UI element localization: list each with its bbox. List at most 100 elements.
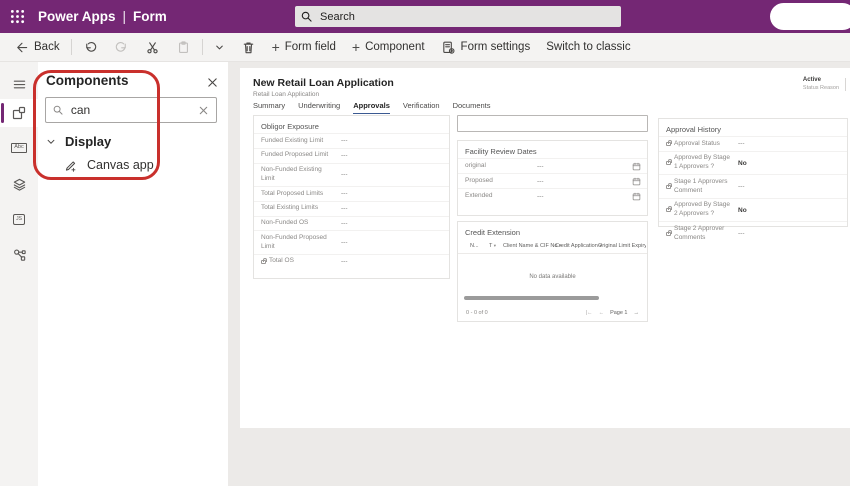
components-icon — [11, 105, 27, 121]
lock-icon — [666, 161, 671, 165]
calendar-icon[interactable] — [632, 162, 641, 171]
field-row[interactable]: Total Existing Limits--- — [254, 201, 449, 216]
rail-code-button[interactable]: JS — [0, 205, 38, 233]
field-row-locked[interactable]: Total OS--- — [254, 254, 449, 269]
approval-history-section: Approval History Approval Status--- Appr… — [658, 118, 848, 227]
field-row[interactable]: Funded Proposed Limit--- — [254, 148, 449, 163]
divider — [71, 39, 72, 55]
plus-icon: + — [352, 40, 360, 54]
status-value: Active — [803, 77, 839, 85]
component-search-input[interactable] — [69, 102, 198, 118]
display-group-header[interactable]: Display — [46, 134, 111, 149]
record-range: 0 - 0 of 0 — [466, 310, 488, 316]
redo-button[interactable] — [106, 33, 137, 61]
empty-text-field[interactable] — [457, 115, 648, 132]
form-settings-label: Form settings — [461, 41, 531, 53]
divider — [845, 78, 846, 91]
clear-icon — [198, 105, 209, 116]
calendar-icon[interactable] — [632, 192, 641, 201]
command-bar: Back + Form field + Component — [0, 33, 850, 62]
clipboard-icon — [176, 40, 191, 55]
waffle-menu-icon[interactable] — [0, 0, 34, 33]
tab-summary[interactable]: Summary — [253, 101, 285, 114]
field-row[interactable]: Total Proposed Limits--- — [254, 186, 449, 201]
rail-fields-button[interactable]: Abc — [0, 134, 38, 162]
collapse-menu-button[interactable] — [0, 70, 38, 98]
tab-documents[interactable]: Documents — [453, 101, 491, 114]
account-pill[interactable] — [770, 3, 850, 30]
form-page: New Retail Loan Application Retail Loan … — [240, 68, 850, 428]
global-search-box[interactable] — [295, 6, 621, 27]
search-icon — [53, 104, 63, 116]
redo-icon — [114, 40, 129, 55]
display-group-label: Display — [65, 134, 111, 149]
field-row[interactable]: Non-Funded Proposed Limit--- — [254, 230, 449, 254]
grid-header: N... T ▾ Client Name & CIF No ▾ Credit A… — [458, 241, 647, 254]
cut-button[interactable] — [137, 33, 168, 61]
components-panel: Components Display Canvas app — [38, 62, 228, 486]
field-row[interactable]: Non-Funded Existing Limit--- — [254, 163, 449, 187]
app-title: Power Apps — [38, 9, 116, 24]
lock-icon — [666, 185, 671, 189]
component-button[interactable]: + Component — [344, 33, 433, 61]
date-field-row[interactable]: original --- — [458, 158, 647, 173]
delete-button[interactable] — [233, 33, 264, 61]
date-field-row[interactable]: Extended --- — [458, 188, 647, 203]
calendar-icon[interactable] — [632, 177, 641, 186]
chevron-down-icon — [46, 137, 56, 147]
field-row-locked[interactable]: Approved By Stage 1 Approvers ?No — [659, 151, 847, 175]
column-header[interactable]: Client Name & CIF No ▾ — [503, 243, 561, 249]
tab-verification[interactable]: Verification — [403, 101, 440, 114]
column-header[interactable]: T ▾ — [489, 243, 496, 249]
trash-icon — [241, 40, 256, 55]
column-header[interactable]: Original Limit Expiry. — [598, 243, 646, 249]
paste-button[interactable] — [168, 33, 199, 61]
panel-close-button[interactable] — [207, 75, 218, 93]
tab-underwriting[interactable]: Underwriting — [298, 101, 340, 114]
field-row[interactable]: Funded Existing Limit--- — [254, 133, 449, 148]
status-reason-label: Status Reason — [803, 85, 839, 92]
previous-page-button[interactable]: ← — [599, 310, 605, 316]
lock-icon — [666, 142, 671, 146]
lock-icon — [666, 208, 671, 212]
clear-search-button[interactable] — [198, 105, 209, 116]
canvas-app-item[interactable]: Canvas app — [64, 158, 154, 172]
field-row-locked[interactable]: Stage 1 Approvers Comment--- — [659, 174, 847, 198]
canvas-app-label: Canvas app — [87, 158, 154, 172]
column-header[interactable]: N... — [470, 243, 479, 249]
rail-components-button[interactable] — [0, 99, 38, 127]
undo-button[interactable] — [75, 33, 106, 61]
form-settings-button[interactable]: Form settings — [433, 33, 539, 61]
empty-grid-message: No data available — [458, 274, 647, 280]
rail-layers-button[interactable] — [0, 170, 38, 198]
flow-tree-icon — [12, 247, 27, 262]
column-header[interactable]: Credit Application ▾ — [555, 243, 602, 249]
horizontal-scrollbar[interactable] — [464, 296, 599, 300]
back-button[interactable]: Back — [6, 33, 68, 61]
switch-to-classic-button[interactable]: Switch to classic — [538, 33, 638, 61]
left-rail: Abc JS — [0, 62, 38, 486]
design-canvas: New Retail Loan Application Retail Loan … — [228, 62, 850, 486]
first-page-button[interactable]: |← — [586, 310, 593, 316]
close-icon — [207, 77, 218, 88]
app-window: Power Apps | Form Back — [0, 0, 850, 486]
form-field-button[interactable]: + Form field — [264, 33, 344, 61]
field-row-locked[interactable]: Approval Status--- — [659, 136, 847, 151]
field-row-locked[interactable]: Approved By Stage 2 Approvers ?No — [659, 198, 847, 222]
form-settings-icon — [441, 40, 456, 55]
field-row-locked[interactable]: Stage 2 Approver Comments--- — [659, 221, 847, 245]
sort-chevron-icon: ▾ — [494, 243, 496, 248]
next-page-button[interactable]: → — [634, 310, 640, 316]
date-field-row[interactable]: Proposed --- — [458, 173, 647, 188]
more-commands-button[interactable] — [206, 33, 233, 61]
panel-title: Components — [46, 73, 129, 88]
tab-approvals[interactable]: Approvals — [353, 101, 390, 114]
app-brand: Power Apps | Form — [38, 9, 167, 24]
search-icon — [301, 11, 312, 22]
component-search-box[interactable] — [45, 97, 217, 123]
rail-tree-button[interactable] — [0, 240, 38, 268]
lock-icon — [261, 260, 266, 264]
field-row[interactable]: Non-Funded OS--- — [254, 216, 449, 231]
global-search-input[interactable] — [318, 10, 615, 24]
layers-icon — [12, 177, 27, 192]
